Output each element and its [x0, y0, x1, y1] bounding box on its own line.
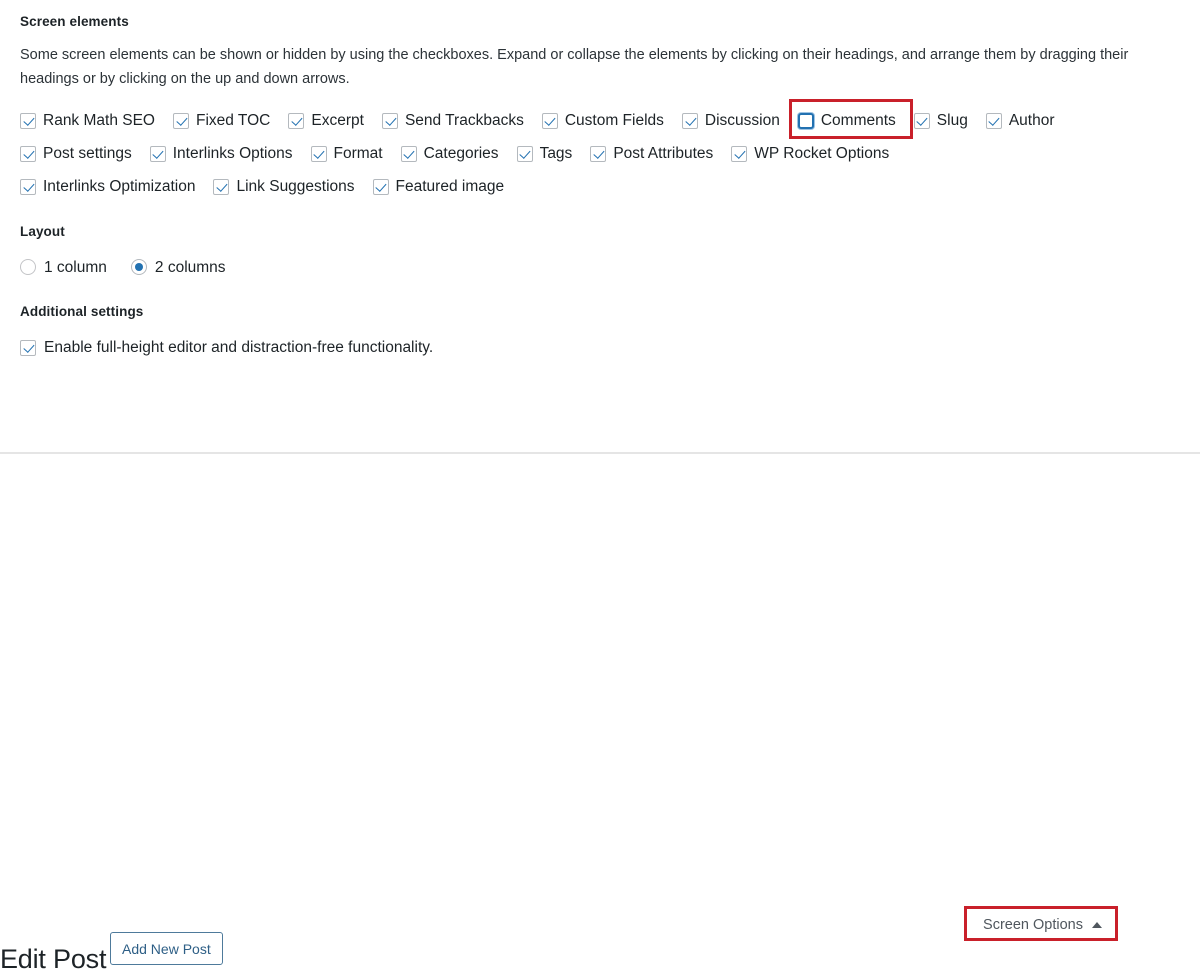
checkbox-categories[interactable]: [400, 146, 417, 163]
add-new-post-button[interactable]: Add New Post: [110, 932, 223, 965]
checkbox-item-fixed-toc[interactable]: Fixed TOC: [173, 112, 271, 130]
layout-heading: Layout: [20, 224, 65, 240]
checkbox-fixed-toc[interactable]: [173, 113, 189, 130]
additional-settings-heading: Additional settings: [20, 304, 144, 320]
radio-label-1-column: 1 column: [44, 258, 107, 276]
checkbox-label-interlinks-optimization: Interlinks Optimization: [43, 178, 196, 196]
additional-settings-section: Additional settings Enable full-height e…: [20, 302, 1180, 356]
checkbox-item-full-height-editor[interactable]: Enable full-height editor and distractio…: [20, 338, 1180, 356]
checkbox-label-format: Format: [333, 145, 383, 163]
checkbox-label-interlinks-options: Interlinks Options: [172, 145, 293, 163]
checkbox-tags[interactable]: [516, 146, 533, 163]
checkbox-item-custom-fields[interactable]: Custom Fields: [541, 112, 664, 130]
screen-elements-description: Some screen elements can be shown or hid…: [20, 47, 1129, 87]
checkbox-item-featured-image[interactable]: Featured image: [372, 178, 505, 196]
radio-label-2-columns: 2 columns: [154, 258, 226, 276]
checkbox-item-author[interactable]: Author: [985, 112, 1055, 130]
checkbox-rank-math-seo[interactable]: [20, 113, 36, 130]
checkbox-interlinks-optimization[interactable]: [20, 179, 36, 196]
checkbox-label-rank-math-seo: Rank Math SEO: [43, 112, 155, 130]
checkbox-label-categories: Categories: [423, 145, 499, 163]
checkbox-item-format[interactable]: Format: [310, 145, 383, 163]
screen-elements-row-1: Rank Math SEO Fixed TOC Excerpt Send Tra…: [20, 99, 1180, 140]
radio-1-column[interactable]: [20, 259, 36, 276]
checkbox-item-tags[interactable]: Tags: [516, 145, 573, 163]
checkbox-item-post-attributes[interactable]: Post Attributes: [590, 145, 714, 163]
checkbox-excerpt[interactable]: [288, 113, 305, 130]
checkbox-label-discussion: Discussion: [704, 112, 780, 130]
checkbox-full-height-editor[interactable]: [20, 339, 36, 356]
radio-item-1-column[interactable]: 1 column: [20, 258, 107, 276]
screen-elements-heading: Screen elements: [20, 14, 129, 29]
checkbox-item-interlinks-options[interactable]: Interlinks Options: [149, 145, 293, 163]
checkbox-label-full-height-editor: Enable full-height editor and distractio…: [44, 338, 434, 356]
checkbox-slug[interactable]: [913, 113, 930, 130]
checkbox-format[interactable]: [310, 146, 327, 163]
checkbox-send-trackbacks[interactable]: [381, 113, 398, 130]
caret-up-icon: [1092, 922, 1102, 929]
screen-elements-row-3: Interlinks Optimization Link Suggestions…: [20, 178, 1180, 196]
checkbox-label-send-trackbacks: Send Trackbacks: [404, 112, 524, 130]
page-title: Edit Post: [0, 944, 107, 974]
checkbox-post-settings[interactable]: [20, 146, 36, 163]
checkbox-label-link-suggestions: Link Suggestions: [236, 178, 355, 196]
checkbox-label-featured-image: Featured image: [395, 178, 505, 196]
checkbox-label-excerpt: Excerpt: [311, 112, 364, 130]
checkbox-discussion[interactable]: [681, 113, 698, 130]
checkbox-label-custom-fields: Custom Fields: [564, 112, 664, 130]
checkbox-item-interlinks-optimization[interactable]: Interlinks Optimization: [20, 178, 196, 196]
checkbox-item-rank-math-seo[interactable]: Rank Math SEO: [20, 112, 155, 130]
checkbox-link-suggestions[interactable]: [213, 179, 230, 196]
checkbox-label-comments: Comments: [820, 112, 896, 130]
checkbox-comments[interactable]: [797, 113, 814, 130]
checkbox-custom-fields[interactable]: [541, 113, 558, 130]
checkbox-interlinks-options[interactable]: [149, 146, 166, 163]
checkbox-item-link-suggestions[interactable]: Link Suggestions: [213, 178, 355, 196]
checkbox-label-post-settings: Post settings: [43, 145, 132, 163]
checkbox-label-fixed-toc: Fixed TOC: [196, 112, 271, 130]
screen-options-panel: Screen elements Some screen elements can…: [0, 0, 1200, 452]
checkbox-item-categories[interactable]: Categories: [400, 145, 499, 163]
checkbox-featured-image[interactable]: [372, 179, 389, 196]
checkbox-item-slug[interactable]: Slug: [913, 112, 968, 130]
screen-elements-row-2: Post settings Interlinks Options Format …: [20, 145, 1180, 163]
checkbox-item-comments[interactable]: Comments: [788, 99, 913, 140]
checkbox-item-wp-rocket-options[interactable]: WP Rocket Options: [731, 145, 890, 163]
checkbox-author[interactable]: [985, 113, 1002, 130]
radio-2-columns[interactable]: [130, 259, 147, 276]
layout-radio-group: 1 column 2 columns: [20, 258, 1180, 276]
checkbox-item-discussion[interactable]: Discussion: [681, 112, 780, 130]
radio-item-2-columns[interactable]: 2 columns: [130, 258, 226, 276]
checkbox-label-author: Author: [1008, 112, 1055, 130]
checkbox-wp-rocket-options[interactable]: [731, 146, 748, 163]
screen-options-toggle-button[interactable]: Screen Options: [971, 912, 1114, 939]
checkbox-item-excerpt[interactable]: Excerpt: [288, 112, 364, 130]
checkbox-label-post-attributes: Post Attributes: [613, 145, 714, 163]
checkbox-item-post-settings[interactable]: Post settings: [20, 145, 132, 163]
screen-options-toggle-label: Screen Options: [983, 917, 1083, 933]
checkbox-label-slug: Slug: [936, 112, 968, 130]
checkbox-item-send-trackbacks[interactable]: Send Trackbacks: [381, 112, 524, 130]
checkbox-post-attributes[interactable]: [590, 146, 607, 163]
checkbox-label-wp-rocket-options: WP Rocket Options: [754, 145, 890, 163]
checkbox-label-tags: Tags: [539, 145, 573, 163]
layout-section: Layout 1 column 2 columns: [20, 222, 1180, 276]
page-header-bar: Edit Post Add New Post Screen Options: [0, 454, 1200, 973]
